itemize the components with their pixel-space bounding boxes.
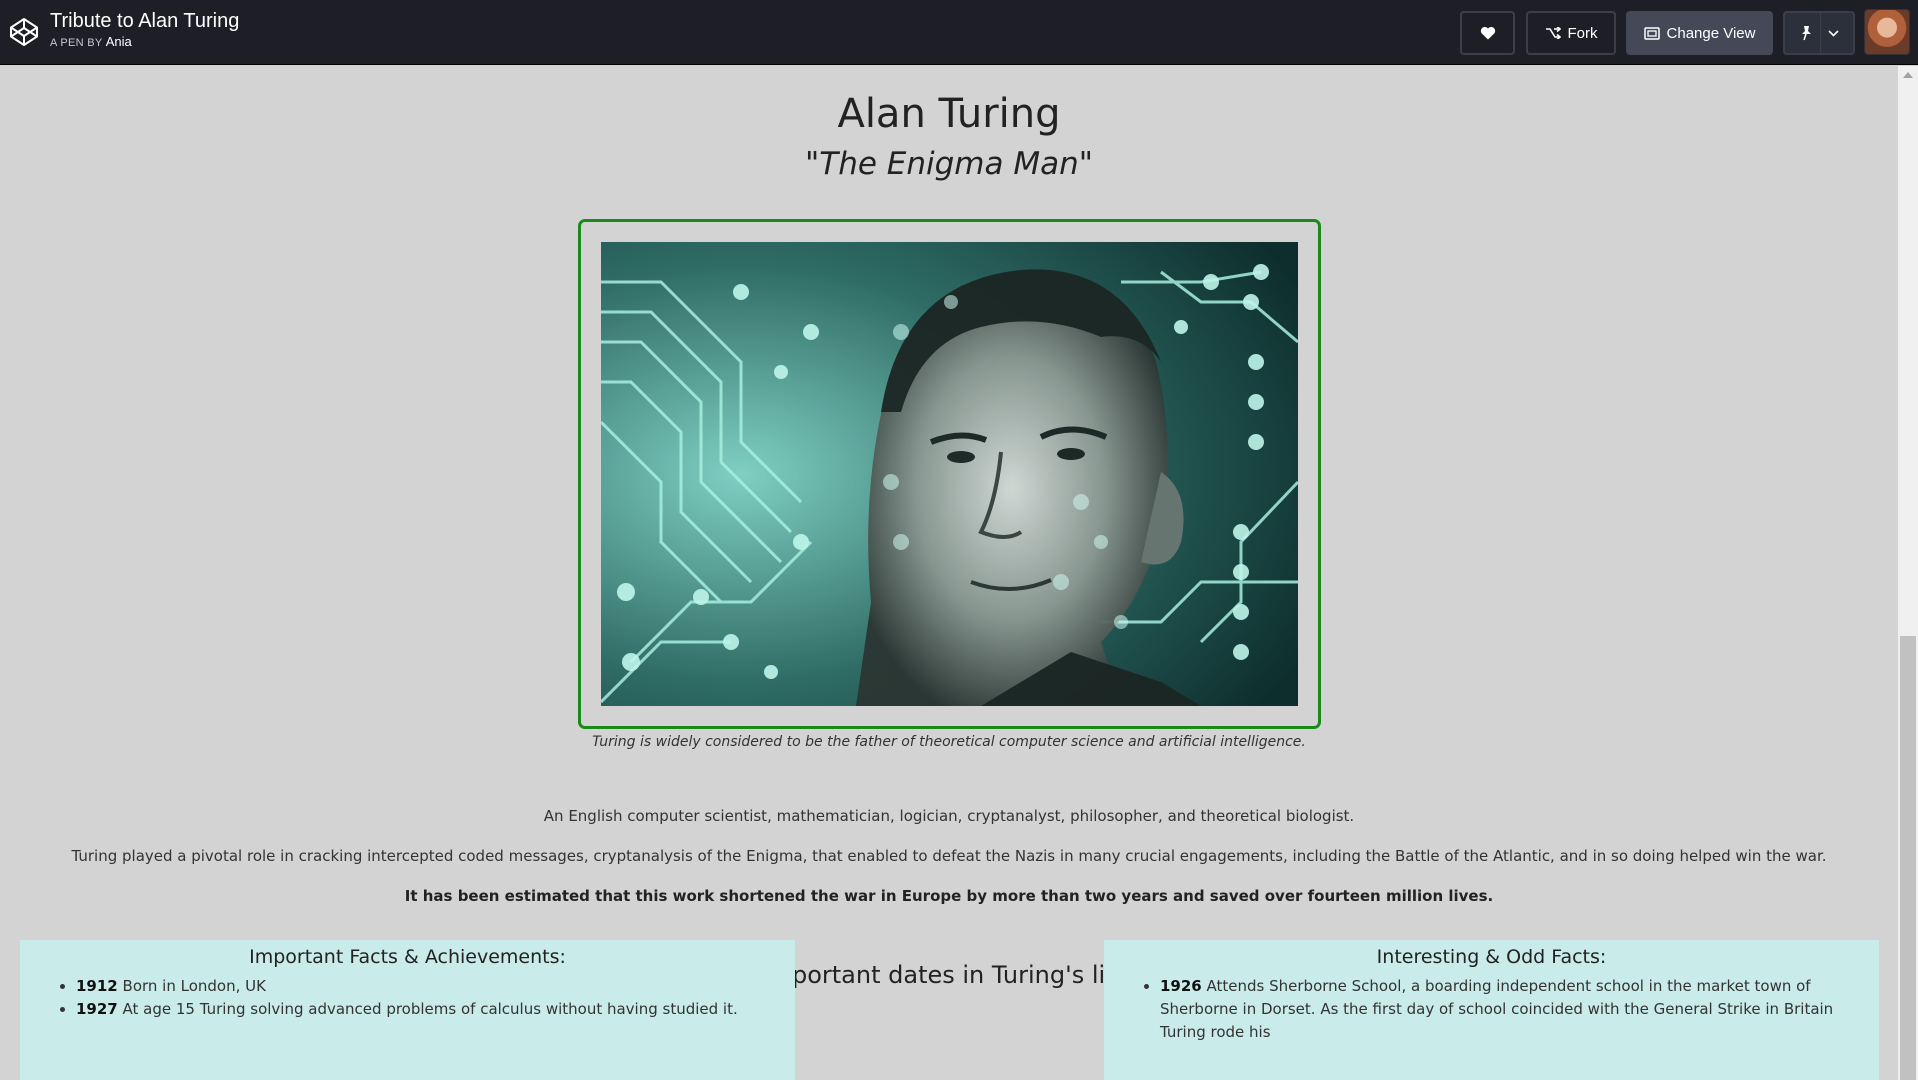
scroll-up-arrow-icon[interactable]	[1903, 72, 1913, 78]
image-frame	[578, 219, 1321, 729]
list-item-text: At age 15 Turing solving advanced proble…	[122, 1000, 738, 1018]
facts-achievements-box: Important Facts & Achievements: 1912 Bor…	[20, 940, 795, 1080]
turing-portrait-image	[601, 242, 1298, 706]
list-item-text: Born in London, UK	[122, 977, 266, 995]
odd-facts-list: 1926 Attends Sherborne School, a boardin…	[1160, 975, 1879, 1044]
codepen-logo-icon[interactable]	[8, 16, 40, 48]
pen-preview: Alan Turing "The Enigma Man" Turing is w…	[0, 66, 1898, 1080]
codepen-header: Tribute to Alan Turing A PEN BY Ania For…	[0, 0, 1918, 65]
heart-icon	[1480, 26, 1495, 40]
page-subtitle: "The Enigma Man"	[805, 146, 1093, 182]
like-button[interactable]	[1460, 11, 1515, 55]
change-view-label: Change View	[1666, 24, 1756, 42]
pin-icon[interactable]	[1799, 25, 1813, 41]
enigma-paragraph: Turing played a pivotal role in cracking…	[71, 847, 1827, 865]
pen-by-label: A PEN BY	[50, 37, 103, 49]
page-title: Alan Turing	[837, 91, 1061, 137]
facts-achievements-list: 1912 Born in London, UK 1927 At age 15 T…	[76, 975, 795, 1021]
page-scrollbar[interactable]	[1898, 66, 1918, 1080]
author-link[interactable]: Ania	[106, 34, 132, 49]
odd-facts-title: Interesting & Odd Facts:	[1376, 946, 1607, 968]
scroll-thumb[interactable]	[1900, 636, 1916, 1080]
change-view-button[interactable]: Change View	[1626, 11, 1773, 55]
fork-button[interactable]: Fork	[1526, 11, 1616, 55]
list-item: 1912 Born in London, UK	[76, 975, 795, 998]
list-item-year: 1926	[1160, 977, 1202, 995]
facts-achievements-title: Important Facts & Achievements:	[249, 946, 566, 968]
list-item-text: Attends Sherborne School, a boarding ind…	[1160, 977, 1834, 1041]
list-item: 1927 At age 15 Turing solving advanced p…	[76, 998, 795, 1021]
pin-menu[interactable]	[1783, 11, 1855, 55]
chevron-down-icon[interactable]	[1828, 29, 1839, 37]
intro-paragraph: An English computer scientist, mathemati…	[543, 807, 1355, 825]
impact-paragraph: It has been estimated that this work sho…	[404, 887, 1494, 905]
image-caption: Turing is widely considered to be the fa…	[592, 734, 1306, 750]
pen-title-block: Tribute to Alan Turing A PEN BY Ania	[50, 9, 239, 52]
fork-icon	[1545, 27, 1561, 39]
user-avatar[interactable]	[1864, 9, 1910, 55]
pen-author-line: A PEN BY Ania	[50, 33, 239, 52]
odd-facts-box: Interesting & Odd Facts: 1926 Attends Sh…	[1104, 940, 1879, 1080]
change-view-icon	[1643, 26, 1660, 40]
fork-label: Fork	[1567, 24, 1598, 42]
list-item-year: 1927	[76, 1000, 118, 1018]
list-item-year: 1912	[76, 977, 118, 995]
pin-divider	[1820, 13, 1821, 53]
list-item: 1926 Attends Sherborne School, a boardin…	[1160, 975, 1879, 1044]
pen-title[interactable]: Tribute to Alan Turing	[50, 9, 239, 33]
